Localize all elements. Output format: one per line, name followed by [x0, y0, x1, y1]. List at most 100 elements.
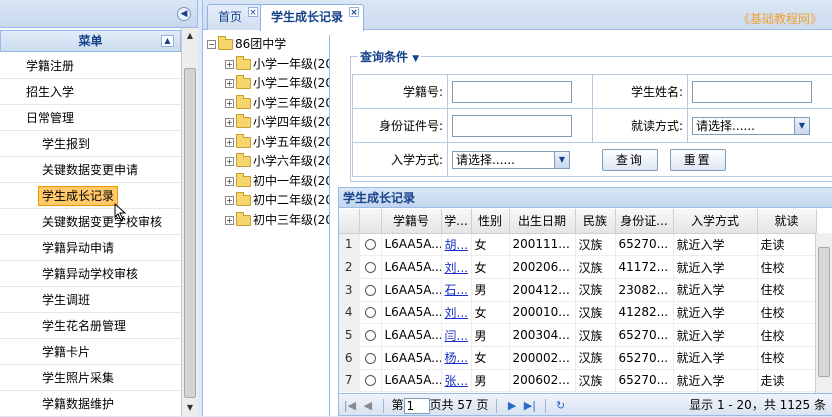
row-select[interactable] [359, 369, 382, 393]
tree-node[interactable]: + 初中三年级(20 [203, 211, 329, 231]
collapse-icon[interactable]: − [207, 40, 216, 49]
tree-node[interactable]: + 小学五年级(20 [203, 133, 329, 153]
cell-name[interactable]: 杨... [441, 346, 472, 370]
expand-icon[interactable]: + [225, 157, 234, 166]
row-select[interactable] [359, 323, 382, 347]
close-icon[interactable]: × [349, 7, 360, 18]
column-header[interactable]: 学籍号 [381, 209, 442, 234]
row-select[interactable] [359, 278, 382, 302]
student-name-link[interactable]: 张... [445, 374, 468, 388]
table-row[interactable]: 6 L6AA5A... 杨... 女 200002... 汉族 65270... 就近入学 住校 [339, 346, 817, 370]
sidebar-item[interactable]: 学籍异动学校审核 [0, 261, 181, 287]
grid-scroll-thumb[interactable] [818, 247, 830, 377]
student-name-link[interactable]: 闫... [445, 329, 468, 343]
radio-icon[interactable] [364, 239, 376, 251]
tree-node[interactable]: + 小学六年级(20 [203, 152, 329, 172]
expand-icon[interactable]: + [225, 137, 234, 147]
expand-icon[interactable]: + [225, 59, 234, 69]
radio-icon[interactable] [364, 262, 376, 274]
sidebar-scroll-thumb[interactable] [184, 68, 196, 398]
tab-growth-record[interactable]: 学生成长记录 × [260, 4, 365, 31]
sidebar-item[interactable]: 日常管理 [0, 105, 181, 131]
scroll-down-icon[interactable]: ▼ [184, 402, 196, 414]
sidebar-item[interactable]: 关键数据变更学校审核 [0, 209, 181, 235]
expand-icon[interactable]: + [225, 215, 234, 225]
chevron-down-icon[interactable]: ▼ [554, 152, 569, 168]
sidebar-item[interactable]: 学籍卡片 [0, 339, 181, 365]
scroll-up-icon[interactable]: ▲ [184, 30, 196, 42]
row-select[interactable] [359, 301, 382, 325]
sidebar-item[interactable]: 学生照片采集 [0, 365, 181, 391]
tree-node[interactable]: + 初中一年级(20 [203, 172, 329, 192]
radio-icon[interactable] [364, 375, 376, 387]
table-row[interactable]: 1 L6AA5A... 胡... 女 200111... 汉族 65270... 就近入学 走读 [339, 233, 817, 257]
row-select[interactable] [359, 233, 382, 257]
sidebar-item[interactable]: 学生花名册管理 [0, 313, 181, 339]
study-mode-select[interactable]: 请选择...... ▼ [692, 116, 810, 135]
expand-icon[interactable]: + [225, 196, 234, 205]
table-row[interactable]: 3 L6AA5A... 石... 男 200412... 汉族 23082... 就近入学 住校 [339, 278, 817, 302]
sidebar-item[interactable]: 学生调班 [0, 287, 181, 313]
tree-node[interactable]: + 小学三年级(20 [203, 94, 329, 114]
tab-home[interactable]: 首页 × [207, 4, 264, 30]
radio-icon[interactable] [364, 330, 376, 342]
tree-node[interactable]: + 小学一年级(20 [203, 55, 329, 75]
student-name-link[interactable]: 刘... [445, 261, 468, 275]
column-header[interactable]: 身份证... [615, 209, 674, 234]
entry-mode-select[interactable]: 请选择...... ▼ [452, 151, 570, 169]
page-number-input[interactable]: 1 [403, 397, 430, 414]
sidebar-item[interactable]: 学籍注册 [0, 53, 181, 79]
sidebar-item[interactable]: 学生成长记录 [0, 183, 181, 209]
menu-collapse-icon[interactable]: ▲ [161, 35, 174, 47]
tree-node[interactable]: + 小学二年级(20 [203, 74, 329, 94]
query-title[interactable]: 查询条件 ▼ [358, 48, 422, 65]
column-header[interactable] [339, 209, 360, 234]
column-header[interactable]: 就读 [757, 209, 817, 234]
row-select[interactable] [359, 255, 382, 279]
student-name-input[interactable] [692, 80, 812, 103]
cell-name[interactable]: 石... [441, 278, 472, 302]
prev-page-icon[interactable]: ◀ [361, 395, 375, 417]
row-select[interactable] [359, 346, 382, 370]
cell-name[interactable]: 刘... [441, 301, 472, 325]
tree-node[interactable]: + 初中二年级(20 [203, 191, 329, 211]
radio-icon[interactable] [364, 284, 376, 296]
column-header[interactable]: 性别 [471, 209, 510, 234]
first-page-icon[interactable]: |◀ [343, 395, 357, 417]
cell-name[interactable]: 刘... [441, 255, 472, 279]
sidebar-item[interactable]: 学生报到 [0, 131, 181, 157]
expand-icon[interactable]: + [225, 118, 234, 127]
sidebar-item[interactable]: 招生入学 [0, 79, 181, 105]
radio-icon[interactable] [364, 307, 376, 319]
column-header[interactable]: 学... [441, 209, 472, 234]
sidebar-item[interactable]: 关键数据变更申请 [0, 157, 181, 183]
column-header[interactable]: 入学方式 [673, 209, 758, 234]
student-no-input[interactable] [452, 80, 572, 103]
table-row[interactable]: 2 L6AA5A... 刘... 女 200206... 汉族 41172... 就近入学 住校 [339, 255, 817, 279]
last-page-icon[interactable]: ▶| [523, 395, 537, 417]
cell-name[interactable]: 胡... [441, 233, 472, 257]
student-name-link[interactable]: 石... [445, 283, 468, 297]
id-input[interactable] [452, 114, 572, 137]
reset-button[interactable]: 重置 [669, 148, 726, 171]
search-button[interactable]: 查询 [601, 148, 658, 171]
cell-name[interactable]: 张... [441, 369, 472, 393]
tree-node[interactable]: + 小学四年级(20 [203, 113, 329, 133]
sidebar-item[interactable]: 学籍异动申请 [0, 235, 181, 261]
close-icon[interactable]: × [248, 7, 259, 18]
table-row[interactable]: 5 L6AA5A... 闫... 男 200304... 汉族 65270... 就近入学 住校 [339, 323, 817, 347]
student-name-link[interactable]: 刘... [445, 306, 468, 320]
collapse-sidebar-icon[interactable]: ◀ [177, 7, 191, 21]
student-name-link[interactable]: 胡... [445, 238, 468, 252]
cell-name[interactable]: 闫... [441, 323, 472, 347]
sidebar-scrollbar[interactable]: ▲ ▼ [181, 28, 198, 416]
grid-scrollbar[interactable] [815, 233, 832, 393]
student-name-link[interactable]: 杨... [445, 351, 468, 365]
expand-icon[interactable]: + [225, 79, 234, 88]
next-page-icon[interactable]: ▶ [505, 395, 519, 417]
sidebar-item[interactable]: 学籍数据维护 [0, 391, 181, 417]
column-header[interactable] [359, 209, 382, 234]
radio-icon[interactable] [364, 352, 376, 364]
chevron-down-icon[interactable]: ▼ [794, 117, 809, 134]
expand-icon[interactable]: + [225, 176, 234, 186]
